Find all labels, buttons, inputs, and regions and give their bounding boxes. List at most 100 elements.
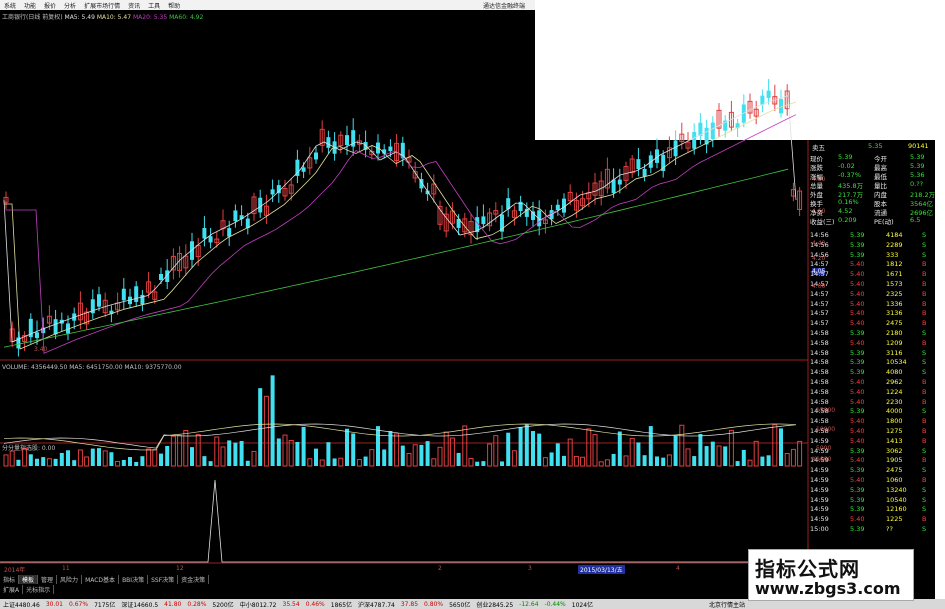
volume-bar	[270, 375, 275, 466]
volume-bar	[692, 456, 697, 466]
volume-bar	[449, 437, 455, 467]
watermark-title: 指标公式网	[755, 557, 860, 581]
tick-price: 5.39	[850, 368, 865, 377]
tick-direction: S	[922, 368, 927, 377]
volume-bar	[115, 460, 121, 467]
volume-bar	[301, 426, 306, 466]
tick-time: 14:57	[810, 299, 829, 308]
volume-bar	[170, 435, 176, 467]
volume-bar	[319, 459, 325, 467]
tick-row: 14:59 5.39 3062 S	[808, 447, 936, 456]
tick-price: 5.40	[850, 515, 865, 524]
kline-chart[interactable]	[0, 0, 945, 609]
tick-price: 5.40	[850, 427, 865, 435]
tab-0[interactable]: 指标	[0, 575, 20, 584]
volume-bar	[511, 450, 517, 467]
volume-bar	[790, 448, 796, 467]
tick-volume: 1671	[886, 270, 903, 279]
status-change-2: 35.54	[282, 600, 300, 608]
ext-tab-1[interactable]: 光标指示	[23, 585, 55, 594]
stat-row: 现价 5.39 今开 5.39	[808, 153, 936, 163]
tick-row: 14:58 5.39 4080 S	[808, 368, 936, 377]
stat-value: 5.39	[910, 162, 925, 170]
status-index-4: 创业2845.25	[476, 601, 514, 609]
tick-row: 14:57 5.40 2475 B	[808, 319, 936, 328]
volume-bar	[617, 431, 622, 466]
stat-value: 0.16%	[838, 198, 859, 206]
ext-tab-0[interactable]: 扩展A	[0, 585, 24, 594]
volume-bar	[419, 444, 424, 466]
tick-time: 14:59	[810, 485, 829, 494]
stat-row: 换手 0.16% 股本 3564亿	[808, 198, 936, 208]
tab-4[interactable]: MACD基本	[82, 575, 120, 584]
cursor-date: 2015/03/13/五	[578, 565, 625, 574]
tick-direction: S	[922, 250, 927, 259]
status-index-0: 上证4480.46	[3, 601, 40, 609]
tick-time: 14:57	[810, 270, 829, 279]
stat-value: 5.39	[910, 153, 925, 161]
volume-bar	[723, 446, 728, 466]
tick-volume: 12160	[886, 505, 907, 514]
tick-direction: B	[922, 378, 927, 386]
volume-bar	[208, 461, 213, 466]
tick-volume: 1336	[886, 299, 903, 308]
tick-direction: B	[922, 280, 927, 288]
ask5-price: 5.35	[868, 142, 883, 150]
tab-6[interactable]: SSF决策	[148, 575, 179, 584]
volume-bar	[109, 452, 114, 466]
tick-price: 5.40	[850, 280, 865, 288]
tick-direction: B	[922, 387, 927, 396]
status-change-1: 41.80	[164, 600, 182, 608]
tick-time: 14:58	[810, 407, 829, 416]
date-4: 3	[528, 565, 532, 572]
tick-volume: 4184	[886, 231, 903, 239]
tab-3[interactable]: 风险力	[57, 575, 83, 584]
tick-price: 5.40	[850, 456, 865, 465]
stat-value: 5.39	[838, 153, 853, 161]
candle	[617, 179, 622, 185]
status-index-1: 深证14660.5	[121, 601, 159, 609]
tick-price: 5.39	[850, 446, 865, 455]
tick-time: 14:56	[810, 231, 829, 239]
tick-row: 14:58 5.39 4000 S	[808, 407, 936, 416]
volume-bar	[655, 456, 659, 466]
volume-bar	[728, 429, 734, 467]
ask5-vol: 90141	[908, 142, 929, 150]
tick-volume: 4080	[886, 368, 903, 377]
tab-1[interactable]: 模板	[19, 575, 39, 584]
tick-row: 14:57 5.40 3136 B	[808, 309, 936, 318]
tick-volume: 3062	[886, 446, 903, 455]
volume-bar	[245, 460, 250, 466]
volume-bar	[462, 425, 468, 467]
tick-row: 14:56 5.39 4184 S	[808, 231, 936, 240]
status-pct-2: 0.46%	[305, 600, 325, 608]
tick-price: 5.40	[850, 397, 865, 406]
tick-price: 5.40	[850, 378, 865, 386]
volume-bar	[66, 450, 70, 466]
status-pct-4: -0.44%	[544, 600, 566, 608]
tick-volume: 1573	[886, 280, 903, 288]
tick-row: 14:58 5.40 2230 B	[808, 398, 936, 407]
tick-row: 14:58 5.40 1800 B	[808, 417, 936, 426]
tick-direction: B	[922, 515, 927, 524]
tick-price: 5.39	[850, 329, 865, 337]
tick-volume: 10534	[886, 358, 907, 367]
tick-row: 14:58 5.39 10534 S	[808, 358, 936, 367]
tick-row: 14:59 5.40 1225 B	[808, 515, 936, 524]
tab-2[interactable]: 管理	[38, 575, 58, 584]
candle	[642, 168, 647, 177]
candle	[258, 197, 263, 213]
volume-bar	[363, 456, 368, 466]
volume-bar	[102, 450, 108, 467]
tab-7[interactable]: 资金决策	[178, 575, 210, 584]
volume-bar	[233, 442, 238, 466]
candle	[555, 204, 560, 211]
candle	[710, 122, 715, 140]
tab-5[interactable]: BBI决策	[119, 575, 149, 584]
volume-bar	[369, 449, 375, 467]
tick-time: 14:59	[810, 456, 829, 465]
tick-time: 14:58	[810, 338, 829, 347]
volume-bar	[84, 456, 90, 467]
status-change-3: 37.85	[400, 600, 419, 608]
tick-price: 5.40	[850, 260, 865, 269]
